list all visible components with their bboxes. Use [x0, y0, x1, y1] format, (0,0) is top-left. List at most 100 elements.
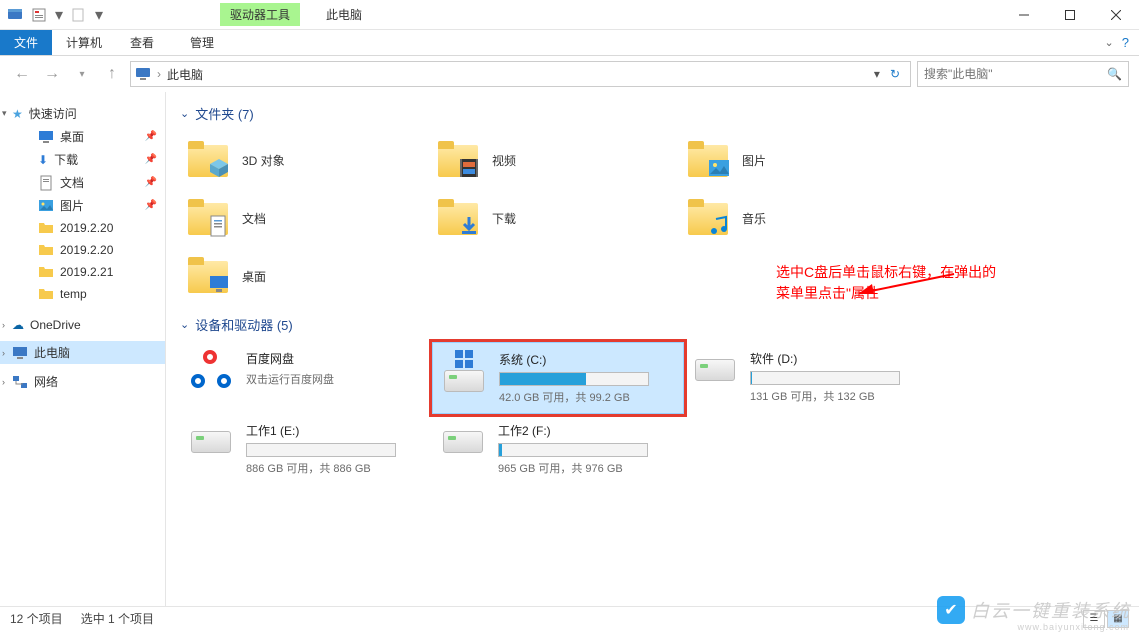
folder-label: 图片 — [742, 152, 766, 169]
tab-manage[interactable]: 管理 — [176, 30, 228, 55]
drive-subtext: 965 GB 可用，共 976 GB — [498, 460, 676, 476]
sidebar-quick-access[interactable]: ▾ ★ 快速访问 — [0, 102, 165, 125]
drive-item[interactable]: 软件 (D:)131 GB 可用，共 132 GB — [684, 342, 936, 414]
chevron-down-icon: ⌄ — [180, 107, 189, 120]
maximize-button[interactable] — [1047, 0, 1093, 30]
this-pc-icon — [12, 345, 28, 361]
folder-item[interactable]: 下载 — [430, 189, 680, 247]
folder-item[interactable]: 桌面 — [180, 247, 430, 305]
drive-usage-bar — [246, 443, 396, 457]
folder-icon — [184, 255, 232, 297]
sidebar-this-pc[interactable]: › 此电脑 — [0, 341, 165, 364]
back-button[interactable]: ← — [10, 62, 34, 86]
folder-item[interactable]: 音乐 — [680, 189, 930, 247]
content-pane: ⌄ 文件夹 (7) 3D 对象 视频 图片文档 下载 音乐桌面 ⌄ 设备和驱动器 (5)… — [166, 92, 1139, 606]
pin-icon: 📌 — [145, 154, 157, 165]
pin-icon: 📌 — [145, 200, 157, 211]
hdd-icon — [191, 431, 231, 453]
qat-dropdown2-icon[interactable]: ▾ — [92, 4, 106, 26]
sidebar-item-label: 桌面 — [60, 128, 84, 145]
status-selected-count: 选中 1 个项目 — [81, 610, 154, 627]
breadcrumb-sep-icon: › — [157, 67, 161, 81]
navigation-bar: ← → ▾ ↑ › 此电脑 ▾ ↻ 🔍 — [0, 56, 1139, 92]
quick-access-toolbar: ▾ ▾ — [0, 4, 110, 26]
network-icon — [12, 374, 28, 390]
drive-item[interactable]: 工作2 (F:)965 GB 可用，共 976 GB — [432, 414, 684, 484]
sidebar-item-downloads[interactable]: ⬇ 下载 📌 — [0, 148, 165, 171]
folder-icon — [38, 220, 54, 236]
window-title: 此电脑 — [326, 6, 362, 23]
search-box[interactable]: 🔍 — [917, 61, 1129, 87]
drive-usage-bar — [499, 372, 649, 386]
folder-icon — [434, 197, 482, 239]
qat-dropdown-icon[interactable]: ▾ — [52, 4, 66, 26]
drive-name: 百度网盘 — [246, 350, 424, 367]
sidebar-item-label: 网络 — [34, 373, 58, 390]
this-pc-icon — [135, 66, 151, 82]
ribbon-expand-icon[interactable]: ⌄ — [1105, 36, 1114, 49]
sidebar-item-folder[interactable]: 2019.2.21 — [0, 261, 165, 283]
recent-dropdown-icon[interactable]: ▾ — [70, 62, 94, 86]
chevron-right-icon: › — [2, 320, 5, 330]
folder-icon — [38, 286, 54, 302]
forward-button[interactable]: → — [40, 62, 64, 86]
drive-name: 软件 (D:) — [750, 350, 928, 367]
sidebar-onedrive[interactable]: › ☁ OneDrive — [0, 315, 165, 335]
tab-file[interactable]: 文件 — [0, 30, 52, 55]
sidebar-item-pictures[interactable]: 图片 📌 — [0, 194, 165, 217]
up-button[interactable]: ↑ — [100, 62, 124, 86]
qat-new-icon[interactable] — [68, 4, 90, 26]
folder-item[interactable]: 图片 — [680, 131, 930, 189]
drive-item[interactable]: 工作1 (E:)886 GB 可用，共 886 GB — [180, 414, 432, 484]
sidebar-item-label: 下载 — [54, 151, 78, 168]
address-bar[interactable]: › 此电脑 ▾ ↻ — [130, 61, 911, 87]
drives-grid: 百度网盘双击运行百度网盘系统 (C:)42.0 GB 可用，共 99.2 GB软… — [180, 342, 1125, 484]
sidebar-item-folder[interactable]: temp — [0, 283, 165, 305]
drive-item[interactable]: 百度网盘双击运行百度网盘 — [180, 342, 432, 414]
pin-icon: 📌 — [145, 131, 157, 142]
folder-icon — [38, 242, 54, 258]
sidebar-item-documents[interactable]: 文档 📌 — [0, 171, 165, 194]
help-icon[interactable]: ? — [1122, 35, 1129, 50]
hdd-icon — [695, 359, 735, 381]
close-button[interactable] — [1093, 0, 1139, 30]
folder-item[interactable]: 视频 — [430, 131, 680, 189]
section-title: 文件夹 (7) — [195, 104, 254, 123]
sidebar-item-desktop[interactable]: 桌面 📌 — [0, 125, 165, 148]
titlebar: ▾ ▾ 驱动器工具 此电脑 — [0, 0, 1139, 30]
drive-subtext: 双击运行百度网盘 — [246, 371, 424, 387]
section-folders[interactable]: ⌄ 文件夹 (7) — [180, 100, 1125, 131]
chevron-right-icon: › — [2, 348, 5, 358]
sidebar-item-folder[interactable]: 2019.2.20 — [0, 239, 165, 261]
tab-view[interactable]: 查看 — [116, 30, 168, 55]
search-icon[interactable]: 🔍 — [1107, 67, 1122, 81]
app-icon — [4, 4, 26, 26]
section-title: 设备和驱动器 (5) — [195, 315, 293, 334]
folder-item[interactable]: 文档 — [180, 189, 430, 247]
chevron-down-icon: ▾ — [2, 108, 7, 119]
folder-label: 下载 — [492, 210, 516, 227]
sidebar-item-label: OneDrive — [30, 318, 81, 332]
star-icon: ★ — [12, 107, 23, 121]
minimize-button[interactable] — [1001, 0, 1047, 30]
drive-usage-bar — [498, 443, 648, 457]
breadcrumb[interactable]: 此电脑 — [167, 66, 203, 83]
folder-item[interactable]: 3D 对象 — [180, 131, 430, 189]
refresh-icon[interactable]: ↻ — [884, 67, 906, 81]
folder-label: 文档 — [242, 210, 266, 227]
address-dropdown-icon[interactable]: ▾ — [874, 67, 880, 81]
pictures-icon — [38, 198, 54, 214]
watermark-text: 白云一键重装系统 — [971, 597, 1131, 623]
section-devices[interactable]: ⌄ 设备和驱动器 (5) — [180, 311, 1125, 342]
folder-label: 3D 对象 — [242, 152, 285, 169]
drive-item-system-c[interactable]: 系统 (C:)42.0 GB 可用，共 99.2 GB — [432, 342, 684, 414]
sidebar-network[interactable]: › 网络 — [0, 370, 165, 393]
sidebar-item-label: 2019.2.20 — [60, 243, 113, 257]
explorer-body: ▾ ★ 快速访问 桌面 📌 ⬇ 下载 📌 文档 📌 图片 📌 2019.2.20 — [0, 92, 1139, 606]
tab-computer[interactable]: 计算机 — [52, 30, 116, 55]
qat-properties-icon[interactable] — [28, 4, 50, 26]
sidebar-item-folder[interactable]: 2019.2.20 — [0, 217, 165, 239]
search-input[interactable] — [924, 67, 1107, 81]
baidu-icon — [191, 350, 231, 390]
watermark: ✔ 白云一键重装系统 — [937, 596, 1131, 624]
